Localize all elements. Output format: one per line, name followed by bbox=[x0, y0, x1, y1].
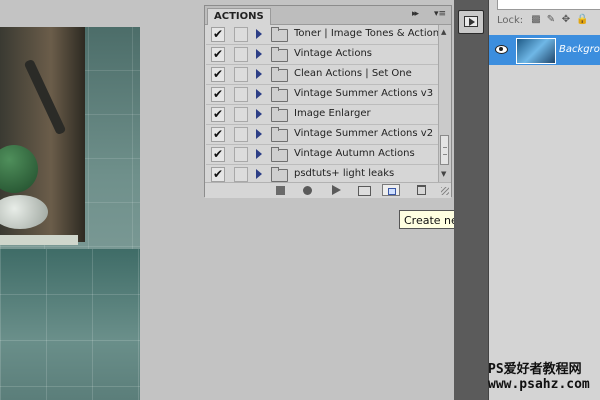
scroll-up-icon[interactable]: ▲ bbox=[441, 28, 446, 36]
folder-icon bbox=[271, 107, 288, 122]
folder-icon bbox=[271, 27, 288, 42]
trash-icon[interactable] bbox=[417, 185, 426, 195]
collapse-panel-icon[interactable]: ▸▸ bbox=[412, 9, 419, 19]
lock-pixels-icon[interactable]: ✎ bbox=[546, 15, 556, 25]
tab-actions[interactable]: ACTIONS bbox=[207, 8, 271, 25]
record-icon[interactable] bbox=[303, 186, 312, 195]
panel-header: ACTIONS ▸▸ ▾≡ bbox=[205, 6, 451, 25]
expand-triangle-icon[interactable] bbox=[256, 109, 262, 119]
expand-triangle-icon[interactable] bbox=[256, 149, 262, 159]
actions-list: ✔ Toner | Image Tones & Actions ✔ Vintag… bbox=[206, 25, 438, 182]
list-item[interactable]: ✔ Toner | Image Tones & Actions bbox=[206, 25, 438, 45]
dialog-toggle[interactable] bbox=[234, 147, 248, 162]
dialog-toggle[interactable] bbox=[234, 47, 248, 62]
dialog-toggle[interactable] bbox=[234, 67, 248, 82]
list-item[interactable]: ✔ Vintage Summer Actions v3 bbox=[206, 85, 438, 105]
scroll-down-icon[interactable]: ▼ bbox=[441, 170, 446, 178]
action-set-label: Vintage Autumn Actions bbox=[294, 148, 415, 159]
stop-icon[interactable] bbox=[276, 186, 285, 195]
play-icon[interactable] bbox=[332, 185, 341, 195]
folder-icon bbox=[271, 67, 288, 82]
toggle-checkbox[interactable]: ✔ bbox=[211, 87, 225, 102]
folder-icon bbox=[271, 47, 288, 62]
actions-dock-button[interactable] bbox=[458, 10, 484, 34]
action-set-label: Vintage Summer Actions v2 bbox=[294, 128, 434, 139]
folder-icon bbox=[271, 127, 288, 142]
layers-panel: Lock: ▩ ✎ ✥ 🔒 Background bbox=[488, 0, 600, 400]
layer-row-background[interactable]: Background bbox=[489, 35, 600, 65]
layer-thumbnail bbox=[516, 38, 556, 64]
expand-triangle-icon[interactable] bbox=[256, 169, 262, 179]
expand-triangle-icon[interactable] bbox=[256, 69, 262, 79]
list-item[interactable]: ✔ Clean Actions | Set One bbox=[206, 65, 438, 85]
dialog-toggle[interactable] bbox=[234, 87, 248, 102]
layers-search-field[interactable] bbox=[497, 0, 600, 10]
scroll-thumb[interactable] bbox=[440, 135, 449, 165]
photo-image bbox=[0, 27, 140, 400]
toggle-checkbox[interactable]: ✔ bbox=[211, 147, 225, 162]
toggle-checkbox[interactable]: ✔ bbox=[211, 167, 225, 182]
play-panel-icon bbox=[464, 16, 478, 27]
toggle-checkbox[interactable]: ✔ bbox=[211, 27, 225, 42]
dialog-toggle[interactable] bbox=[234, 27, 248, 42]
new-set-icon[interactable] bbox=[358, 186, 371, 196]
actions-panel: ACTIONS ▸▸ ▾≡ ✔ Toner | Image Tones & Ac… bbox=[204, 5, 452, 198]
lower-tiles bbox=[0, 249, 140, 400]
list-item[interactable]: ✔ psdtuts+ light leaks bbox=[206, 165, 438, 182]
resize-grip[interactable] bbox=[441, 187, 449, 195]
lock-position-icon[interactable]: ✥ bbox=[561, 15, 571, 25]
expand-triangle-icon[interactable] bbox=[256, 49, 262, 59]
list-item[interactable]: ✔ Vintage Summer Actions v2 bbox=[206, 125, 438, 145]
layer-name: Background bbox=[559, 44, 600, 55]
list-item[interactable]: ✔ Vintage Autumn Actions bbox=[206, 145, 438, 165]
watermark-line2: www.psahz.com bbox=[488, 377, 590, 392]
toggle-checkbox[interactable]: ✔ bbox=[211, 67, 225, 82]
panel-menu-icon[interactable]: ▾≡ bbox=[431, 8, 449, 21]
lock-transparency-icon[interactable]: ▩ bbox=[531, 15, 541, 25]
folder-icon bbox=[271, 87, 288, 102]
create-new-action-button[interactable] bbox=[382, 184, 400, 196]
list-item[interactable]: ✔ Vintage Actions bbox=[206, 45, 438, 65]
expand-triangle-icon[interactable] bbox=[256, 89, 262, 99]
dialog-toggle[interactable] bbox=[234, 167, 248, 182]
watermark: PS爱好者教程网 www.psahz.com bbox=[488, 362, 590, 392]
folder-icon bbox=[271, 167, 288, 182]
action-set-label: Toner | Image Tones & Actions bbox=[294, 28, 438, 39]
watermark-line1: PS爱好者教程网 bbox=[488, 362, 582, 377]
action-set-label: psdtuts+ light leaks bbox=[294, 168, 395, 179]
toggle-checkbox[interactable]: ✔ bbox=[211, 107, 225, 122]
folder-icon bbox=[271, 147, 288, 162]
expand-triangle-icon[interactable] bbox=[256, 129, 262, 139]
eye-icon[interactable] bbox=[495, 45, 508, 54]
dialog-toggle[interactable] bbox=[234, 107, 248, 122]
action-set-label: Image Enlarger bbox=[294, 108, 371, 119]
lock-label: Lock: bbox=[497, 15, 524, 26]
list-item[interactable]: ✔ Image Enlarger bbox=[206, 105, 438, 125]
panel-footer bbox=[205, 182, 451, 198]
action-set-label: Vintage Actions bbox=[294, 48, 372, 59]
toggle-checkbox[interactable]: ✔ bbox=[211, 47, 225, 62]
scrollbar[interactable]: ▲ ▼ bbox=[438, 25, 451, 182]
action-set-label: Vintage Summer Actions v3 bbox=[294, 88, 434, 99]
panel-dock bbox=[454, 0, 488, 400]
action-set-label: Clean Actions | Set One bbox=[294, 68, 412, 79]
expand-triangle-icon[interactable] bbox=[256, 29, 262, 39]
toggle-checkbox[interactable]: ✔ bbox=[211, 127, 225, 142]
dialog-toggle[interactable] bbox=[234, 127, 248, 142]
shelf bbox=[0, 235, 78, 245]
lock-all-icon[interactable]: 🔒 bbox=[576, 15, 588, 25]
